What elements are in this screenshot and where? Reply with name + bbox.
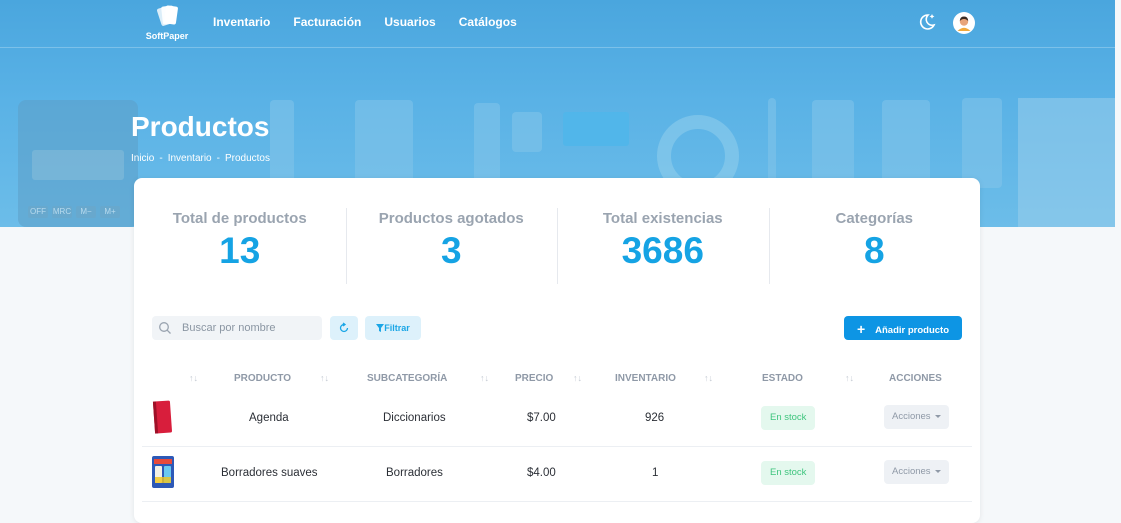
user-avatar[interactable] bbox=[953, 12, 975, 34]
nav-item-inventario[interactable]: Inventario bbox=[213, 14, 270, 30]
table-row[interactable]: Borradores suaves Borradores $4.00 1 En … bbox=[142, 447, 972, 502]
actions-label: Acciones bbox=[892, 411, 931, 422]
sort-icon[interactable]: ↑↓ bbox=[704, 373, 713, 383]
product-price: $7.00 bbox=[527, 412, 556, 424]
main-nav: Inventario Facturación Usuarios Catálogo… bbox=[213, 14, 540, 30]
notebook-decoration bbox=[1018, 98, 1115, 227]
sort-icon[interactable]: ↑↓ bbox=[189, 373, 198, 383]
caret-down-icon bbox=[934, 469, 941, 473]
stat-total-products: Total de productos 13 bbox=[134, 208, 346, 284]
caret-down-icon bbox=[934, 414, 941, 418]
stat-label: Total existencias bbox=[602, 210, 723, 227]
product-name: Borradores suaves bbox=[221, 467, 318, 479]
column-header-estado[interactable]: ESTADO bbox=[762, 373, 803, 384]
search-input[interactable] bbox=[182, 319, 316, 337]
product-subcategory: Diccionarios bbox=[383, 412, 446, 424]
refresh-icon bbox=[339, 322, 349, 333]
product-name: Agenda bbox=[249, 412, 289, 424]
actions-dropdown-button[interactable]: Acciones bbox=[884, 405, 949, 429]
products-card: Total de productos 13 Productos agotados… bbox=[134, 178, 980, 523]
calculator-key: M− bbox=[76, 206, 96, 218]
sort-icon[interactable]: ↑↓ bbox=[845, 373, 854, 383]
nav-item-usuarios[interactable]: Usuarios bbox=[384, 14, 435, 30]
search-box bbox=[152, 316, 322, 340]
brand-logo[interactable]: SoftPaper bbox=[140, 4, 194, 42]
breadcrumb-item-productos: Productos bbox=[224, 153, 270, 164]
paper-stack-icon bbox=[155, 4, 179, 28]
calculator-key: OFF bbox=[28, 206, 48, 218]
sort-icon[interactable]: ↑↓ bbox=[480, 373, 489, 383]
breadcrumb-separator: - bbox=[216, 153, 220, 164]
binder-clip-decoration bbox=[563, 112, 629, 146]
product-price: $4.00 bbox=[527, 467, 556, 479]
stat-label: Categorías bbox=[835, 210, 914, 227]
sort-icon[interactable]: ↑↓ bbox=[573, 373, 582, 383]
eraser-decoration bbox=[962, 98, 1002, 188]
breadcrumb-item-inventario[interactable]: Inventario bbox=[168, 153, 212, 164]
plus-icon: + bbox=[856, 321, 866, 337]
column-header-producto[interactable]: PRODUCTO bbox=[234, 373, 291, 384]
table-row[interactable]: Agenda Diccionarios $7.00 926 En stock A… bbox=[142, 392, 972, 447]
column-header-inventario[interactable]: INVENTARIO bbox=[615, 373, 676, 384]
stat-out-of-stock: Productos agotados 3 bbox=[345, 208, 558, 284]
refresh-button[interactable] bbox=[330, 316, 358, 340]
red-notebook-image bbox=[150, 400, 176, 434]
column-header-acciones: ACCIONES bbox=[889, 373, 942, 384]
column-header-precio[interactable]: PRECIO bbox=[515, 373, 553, 384]
theme-toggle-moon-icon[interactable] bbox=[917, 12, 937, 32]
calculator-key: M+ bbox=[100, 206, 120, 218]
product-inventory: 1 bbox=[652, 467, 659, 479]
actions-label: Acciones bbox=[892, 466, 931, 477]
filter-button-label: Filtrar bbox=[384, 323, 410, 333]
actions-dropdown-button[interactable]: Acciones bbox=[884, 460, 949, 484]
nav-item-facturacion[interactable]: Facturación bbox=[293, 14, 361, 30]
filter-button[interactable]: Filtrar bbox=[365, 316, 421, 340]
product-subcategory: Borradores bbox=[386, 467, 443, 479]
stat-label: Productos agotados bbox=[378, 210, 524, 227]
stat-value: 13 bbox=[219, 230, 261, 271]
product-inventory: 926 bbox=[645, 412, 665, 424]
breadcrumb-separator: - bbox=[159, 153, 163, 164]
stat-categories: Categorías 8 bbox=[768, 208, 981, 284]
breadcrumb: Inicio - Inventario - Productos bbox=[131, 153, 270, 164]
sharpener-decoration bbox=[512, 112, 542, 152]
breadcrumb-item-inicio[interactable]: Inicio bbox=[131, 153, 154, 164]
brand-name: SoftPaper bbox=[145, 31, 189, 41]
stats-row: Total de productos 13 Productos agotados… bbox=[134, 208, 980, 284]
column-header-subcategoria[interactable]: SUBCATEGORÍA bbox=[367, 373, 447, 384]
search-icon bbox=[158, 321, 172, 340]
add-product-button[interactable]: + Añadir producto bbox=[844, 316, 962, 340]
stat-value: 8 bbox=[863, 230, 885, 271]
stat-value: 3686 bbox=[621, 230, 704, 271]
navbar-divider bbox=[0, 47, 1115, 48]
nav-item-catalogos[interactable]: Catálogos bbox=[459, 14, 517, 30]
stat-value: 3 bbox=[440, 230, 462, 271]
status-badge: En stock bbox=[761, 406, 816, 430]
eraser-pack-image bbox=[150, 455, 176, 489]
page-title: Productos bbox=[131, 111, 270, 142]
stat-label: Total de productos bbox=[172, 210, 307, 227]
table-header: ↑↓ PRODUCTO ↑↓ SUBCATEGORÍA ↑↓ PRECIO ↑↓… bbox=[134, 370, 980, 390]
sort-icon[interactable]: ↑↓ bbox=[320, 373, 329, 383]
status-badge: En stock bbox=[761, 461, 816, 485]
calculator-key: MRC bbox=[52, 206, 72, 218]
calculator-screen-decoration bbox=[32, 150, 124, 180]
stat-total-stock: Total existencias 3686 bbox=[557, 208, 769, 284]
add-product-label: Añadir producto bbox=[875, 325, 950, 336]
